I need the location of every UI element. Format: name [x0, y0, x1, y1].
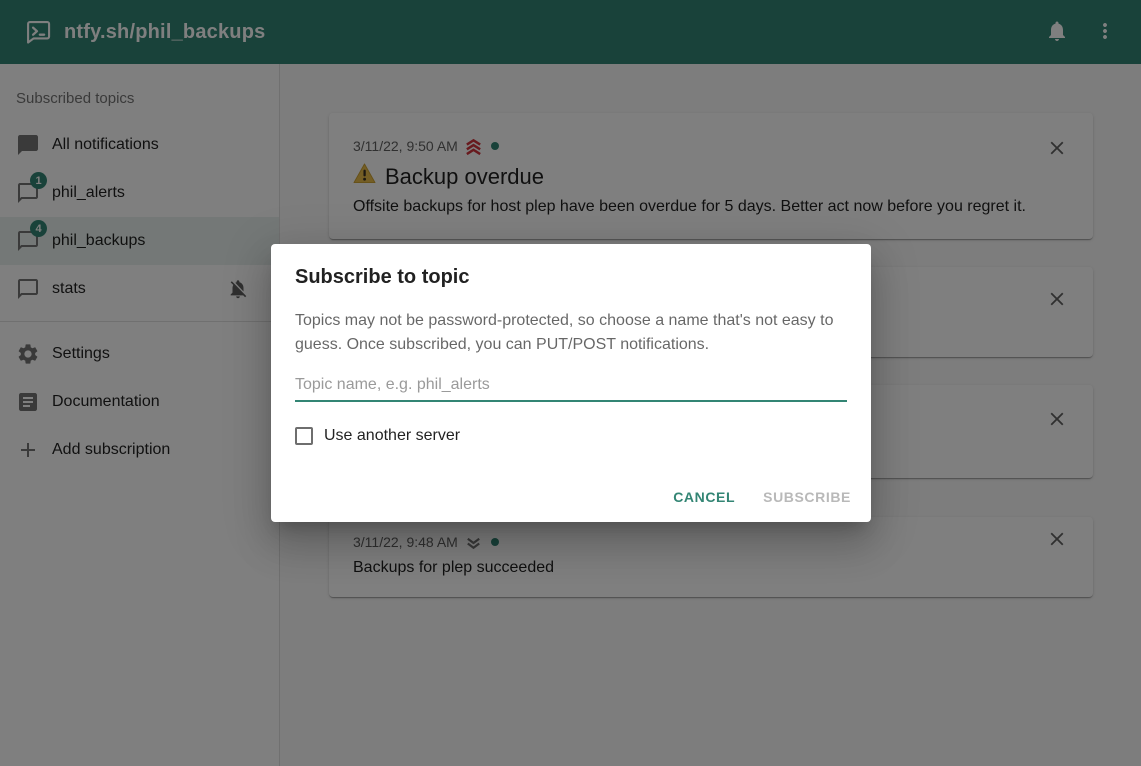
dialog-title: Subscribe to topic	[295, 265, 847, 289]
subscribe-dialog: Subscribe to topic Topics may not be pas…	[271, 244, 871, 522]
topic-name-input[interactable]	[295, 374, 847, 402]
checkbox-label: Use another server	[324, 427, 460, 445]
dialog-description: Topics may not be password-protected, so…	[295, 309, 847, 357]
subscribe-button[interactable]: SUBSCRIBE	[751, 480, 863, 514]
use-another-server-option[interactable]: Use another server	[295, 427, 847, 445]
cancel-button[interactable]: CANCEL	[661, 480, 747, 514]
dialog-actions: CANCEL SUBSCRIBE	[661, 480, 863, 514]
use-another-server-checkbox[interactable]	[295, 427, 313, 445]
